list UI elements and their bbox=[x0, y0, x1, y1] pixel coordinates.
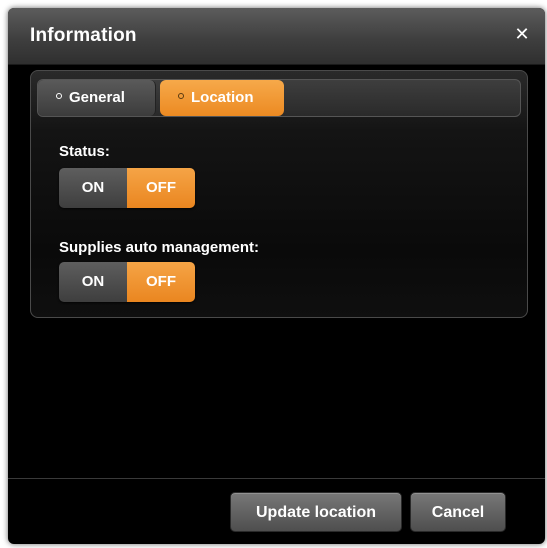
status-off-option[interactable]: OFF bbox=[127, 168, 195, 208]
circle-icon bbox=[178, 93, 184, 100]
dialog-titlebar: Information ✕ bbox=[8, 8, 545, 65]
status-on-option[interactable]: ON bbox=[59, 168, 127, 208]
tab-location-label: Location bbox=[191, 89, 254, 106]
status-label: Status: bbox=[59, 143, 110, 160]
tab-general[interactable]: General bbox=[38, 80, 156, 116]
status-toggle: ON OFF bbox=[59, 168, 195, 208]
update-location-button[interactable]: Update location bbox=[230, 492, 402, 532]
information-dialog: Information ✕ General Location Status: O… bbox=[8, 8, 545, 544]
supplies-on-option[interactable]: ON bbox=[59, 262, 127, 302]
tab-general-label: General bbox=[69, 89, 125, 106]
supplies-off-option[interactable]: OFF bbox=[127, 262, 195, 302]
footer-divider bbox=[8, 478, 545, 479]
tab-location[interactable]: Location bbox=[160, 80, 284, 116]
location-panel: General Location Status: ON OFF Supplies… bbox=[30, 70, 528, 318]
circle-icon bbox=[56, 93, 62, 100]
cancel-button[interactable]: Cancel bbox=[410, 492, 506, 532]
supplies-auto-management-label: Supplies auto management: bbox=[59, 239, 260, 256]
tab-bar: General Location bbox=[37, 79, 521, 117]
close-icon[interactable]: ✕ bbox=[511, 23, 533, 45]
dialog-title: Information bbox=[30, 25, 137, 46]
supplies-auto-management-toggle: ON OFF bbox=[59, 262, 195, 302]
